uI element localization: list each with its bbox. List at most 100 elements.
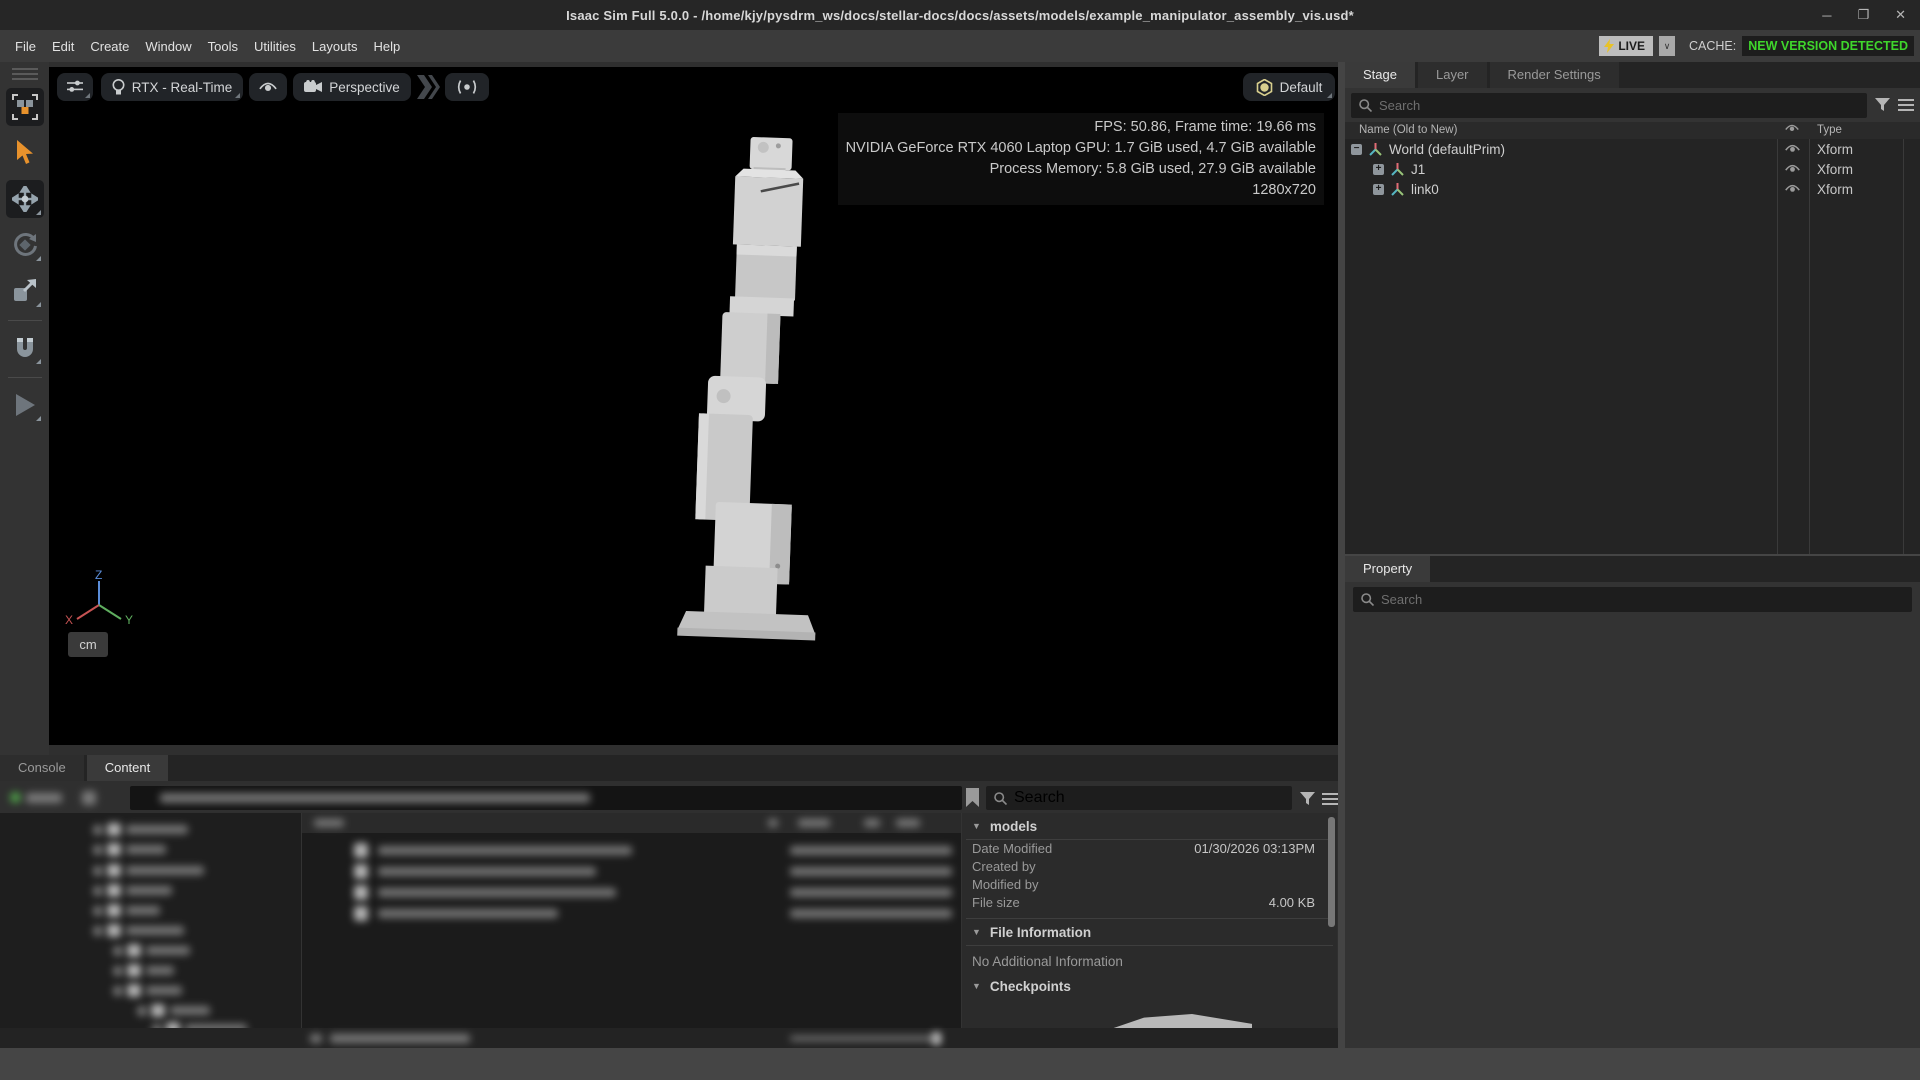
renderer-label: RTX - Real-Time bbox=[132, 80, 233, 95]
menu-help[interactable]: Help bbox=[366, 35, 407, 58]
snap-tool-button[interactable] bbox=[6, 329, 44, 367]
play-button[interactable] bbox=[6, 386, 44, 424]
redacted-checkbox[interactable] bbox=[310, 1034, 322, 1043]
tab-content[interactable]: Content bbox=[87, 755, 169, 781]
column-visibility-eye-icon[interactable] bbox=[1785, 124, 1799, 133]
prim-name[interactable]: World (defaultPrim) bbox=[1389, 142, 1505, 157]
panel-splitter[interactable] bbox=[1338, 62, 1345, 1048]
selection-mode-button[interactable] bbox=[6, 88, 44, 126]
select-tool-button[interactable] bbox=[6, 134, 44, 172]
menu-create[interactable]: Create bbox=[83, 35, 136, 58]
stage-options-button[interactable] bbox=[1898, 99, 1914, 111]
content-browser-toolbar: Search bbox=[0, 783, 1338, 813]
visibility-eye-icon[interactable] bbox=[1785, 184, 1800, 194]
expand-icon[interactable]: + bbox=[1373, 184, 1384, 195]
collapse-icon[interactable]: − bbox=[1351, 144, 1362, 155]
redacted-nav-button[interactable] bbox=[82, 791, 96, 805]
stage-tab-bar: Stage Layer Render Settings bbox=[1345, 62, 1920, 88]
sun-hexagon-icon bbox=[1256, 79, 1273, 96]
details-section-checkpoints[interactable]: ▼ Checkpoints bbox=[962, 973, 1337, 999]
icon-size-slider[interactable] bbox=[790, 1036, 940, 1041]
prim-name[interactable]: link0 bbox=[1411, 182, 1439, 197]
column-type[interactable]: Type bbox=[1817, 124, 1842, 136]
play-icon bbox=[14, 393, 36, 417]
settings-sliders-icon bbox=[67, 79, 83, 95]
column-name[interactable]: Name (Old to New) bbox=[1359, 124, 1457, 136]
content-file-list[interactable] bbox=[301, 813, 961, 1028]
magnet-icon bbox=[13, 336, 37, 360]
stage-filter-button[interactable] bbox=[1875, 98, 1890, 112]
bookmark-icon[interactable] bbox=[966, 788, 979, 807]
tab-render-settings[interactable]: Render Settings bbox=[1490, 62, 1619, 88]
menu-layouts[interactable]: Layouts bbox=[305, 35, 365, 58]
content-search-input[interactable]: Search bbox=[986, 786, 1292, 810]
property-search-input[interactable]: Search bbox=[1353, 587, 1912, 612]
live-dropdown-caret[interactable]: ∨ bbox=[1659, 36, 1675, 56]
left-toolbar bbox=[0, 62, 49, 755]
stage-row-link0[interactable]: + link0 Xform bbox=[1345, 179, 1920, 199]
live-sync-button[interactable]: LIVE bbox=[1599, 36, 1653, 56]
broadcast-icon bbox=[455, 79, 479, 95]
double-chevron-icon bbox=[415, 75, 441, 99]
collapse-triangle-icon: ▼ bbox=[972, 981, 981, 991]
file-list-header[interactable] bbox=[302, 813, 961, 833]
content-options-button[interactable] bbox=[1322, 793, 1338, 805]
content-browser-statusbar bbox=[0, 1028, 1338, 1048]
stage-row-world[interactable]: − World (defaultPrim) Xform bbox=[1345, 139, 1920, 159]
live-session-button[interactable] bbox=[445, 73, 489, 101]
property-panel: Property Search bbox=[1345, 556, 1920, 1048]
menu-window[interactable]: Window bbox=[138, 35, 198, 58]
isaac-sim-window: Isaac Sim Full 5.0.0 - /home/kjy/pysdrm_… bbox=[0, 0, 1920, 1080]
move-tool-button[interactable] bbox=[6, 180, 44, 218]
maximize-icon[interactable]: ❐ bbox=[1857, 7, 1869, 23]
viewport-canvas[interactable]: RTX - Real-Time Perspective bbox=[49, 67, 1338, 745]
tab-property[interactable]: Property bbox=[1345, 556, 1430, 582]
menu-file[interactable]: File bbox=[8, 35, 43, 58]
close-icon[interactable]: ✕ bbox=[1895, 7, 1906, 23]
select-mode-icon bbox=[12, 94, 38, 120]
content-path-bar[interactable] bbox=[130, 786, 962, 810]
scale-tool-button[interactable] bbox=[6, 272, 44, 310]
content-folder-tree[interactable] bbox=[0, 813, 301, 1028]
stats-fps: FPS: 50.86, Frame time: 19.66 ms bbox=[846, 117, 1316, 138]
details-scrollbar[interactable] bbox=[1328, 817, 1335, 927]
prim-name[interactable]: J1 bbox=[1411, 162, 1425, 177]
renderer-dropdown[interactable]: RTX - Real-Time bbox=[101, 73, 243, 101]
expand-icon[interactable]: + bbox=[1373, 164, 1384, 175]
lightbulb-icon bbox=[112, 79, 125, 96]
prim-type: Xform bbox=[1817, 142, 1853, 157]
lighting-mode-button[interactable]: Default bbox=[1243, 73, 1335, 101]
tab-layer[interactable]: Layer bbox=[1418, 62, 1487, 88]
menu-edit[interactable]: Edit bbox=[45, 35, 81, 58]
tab-console[interactable]: Console bbox=[0, 755, 84, 781]
property-tab-bar: Property bbox=[1345, 556, 1920, 582]
camera-dropdown[interactable]: Perspective bbox=[293, 73, 411, 101]
stage-tree-header[interactable]: Name (Old to New) Type bbox=[1345, 122, 1920, 139]
window-controls: ─ ❐ ✕ bbox=[1822, 0, 1906, 30]
redacted-status-text bbox=[330, 1034, 470, 1043]
toolbar-expand-chevron[interactable] bbox=[415, 75, 441, 99]
stage-row-j1[interactable]: + J1 Xform bbox=[1345, 159, 1920, 179]
toolbar-grip-icon[interactable] bbox=[12, 68, 38, 80]
visibility-button[interactable] bbox=[249, 73, 287, 101]
details-section-models[interactable]: ▼ models bbox=[962, 813, 1337, 839]
stage-search-input[interactable]: Search bbox=[1351, 93, 1867, 118]
menu-tools[interactable]: Tools bbox=[201, 35, 245, 58]
section-title: models bbox=[990, 819, 1037, 834]
redacted-nav-button[interactable] bbox=[26, 793, 62, 803]
cache-label: CACHE: bbox=[1689, 39, 1736, 53]
slider-handle[interactable] bbox=[932, 1032, 941, 1045]
details-section-file-information[interactable]: ▼ File Information bbox=[962, 919, 1337, 945]
tab-stage[interactable]: Stage bbox=[1345, 62, 1415, 88]
menu-utilities[interactable]: Utilities bbox=[247, 35, 303, 58]
redacted-nav-icon[interactable] bbox=[10, 792, 21, 803]
minimize-icon[interactable]: ─ bbox=[1822, 8, 1831, 23]
viewport-settings-button[interactable] bbox=[57, 73, 93, 101]
visibility-eye-icon[interactable] bbox=[1785, 144, 1800, 154]
rotate-tool-button[interactable] bbox=[6, 226, 44, 264]
visibility-eye-icon[interactable] bbox=[1785, 164, 1800, 174]
content-filter-button[interactable] bbox=[1300, 792, 1315, 806]
units-badge[interactable]: cm bbox=[68, 632, 108, 657]
stats-memory: Process Memory: 5.8 GiB used, 27.9 GiB a… bbox=[846, 159, 1316, 180]
rotate-icon bbox=[12, 232, 38, 258]
